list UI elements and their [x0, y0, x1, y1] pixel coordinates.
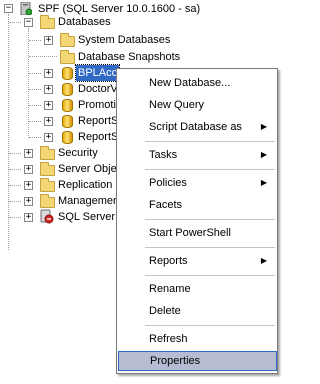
database-expand-toggle[interactable]: +: [44, 85, 53, 94]
database-node-label[interactable]: DoctorV: [78, 81, 118, 97]
server-icon: [20, 2, 32, 15]
menu-item-refresh[interactable]: Refresh: [117, 329, 277, 349]
server-objects-node-label[interactable]: Server Obje: [58, 161, 117, 177]
submenu-arrow-icon: ▶: [260, 178, 267, 187]
menu-item-new-database[interactable]: New Database...: [117, 73, 277, 93]
system-databases-node-label[interactable]: System Databases: [78, 32, 170, 48]
menu-separator: [145, 141, 275, 142]
selected-database-node-label[interactable]: BPLAcc: [74, 64, 121, 82]
management-expand-toggle[interactable]: +: [24, 197, 33, 206]
sql-agent-icon: [40, 209, 54, 224]
folder-icon: [40, 162, 55, 176]
folder-icon: [60, 33, 75, 47]
sql-server-agent-node-label[interactable]: SQL Server: [58, 209, 115, 225]
replication-expand-toggle[interactable]: +: [24, 181, 33, 190]
database-icon: [62, 83, 73, 96]
security-node-label[interactable]: Security: [58, 145, 98, 161]
database-icon: [62, 99, 73, 112]
database-expand-toggle[interactable]: +: [44, 133, 53, 142]
folder-icon: [60, 50, 75, 64]
folder-icon: [40, 194, 55, 208]
database-expand-toggle[interactable]: +: [44, 101, 53, 110]
server-collapse-toggle[interactable]: −: [4, 4, 13, 13]
database-expand-toggle[interactable]: +: [44, 117, 53, 126]
database-icon: [62, 131, 73, 144]
database-node-label[interactable]: ReportS: [78, 113, 118, 129]
databases-collapse-toggle[interactable]: −: [24, 18, 33, 27]
menu-item-tasks[interactable]: Tasks ▶: [117, 145, 277, 165]
database-icon: [62, 115, 73, 128]
menu-item-reports[interactable]: Reports ▶: [117, 251, 277, 271]
context-menu: New Database... New Query Script Databas…: [116, 68, 278, 374]
folder-icon: [40, 178, 55, 192]
menu-item-delete[interactable]: Delete: [117, 301, 277, 321]
menu-item-properties[interactable]: Properties: [118, 351, 277, 371]
menu-separator: [145, 169, 275, 170]
submenu-arrow-icon: ▶: [260, 122, 267, 131]
menu-separator: [145, 247, 275, 248]
database-icon: [62, 67, 73, 80]
database-expand-toggle[interactable]: +: [44, 69, 53, 78]
menu-separator: [145, 275, 275, 276]
management-node-label[interactable]: Managemer: [58, 193, 117, 209]
menu-item-facets[interactable]: Facets: [117, 195, 277, 215]
menu-separator: [145, 219, 275, 220]
menu-item-rename[interactable]: Rename: [117, 279, 277, 299]
folder-icon: [40, 146, 55, 160]
submenu-arrow-icon: ▶: [260, 150, 267, 159]
database-snapshots-node-label[interactable]: Database Snapshots: [78, 49, 180, 65]
database-node-label[interactable]: Promoti: [78, 97, 116, 113]
menu-item-policies[interactable]: Policies ▶: [117, 173, 277, 193]
server-objects-expand-toggle[interactable]: +: [24, 165, 33, 174]
folder-icon: [40, 15, 55, 29]
submenu-arrow-icon: ▶: [260, 256, 267, 265]
sql-server-agent-expand-toggle[interactable]: +: [24, 213, 33, 222]
menu-item-new-query[interactable]: New Query: [117, 95, 277, 115]
security-expand-toggle[interactable]: +: [24, 149, 33, 158]
menu-item-start-powershell[interactable]: Start PowerShell: [117, 223, 277, 243]
databases-node-label[interactable]: Databases: [58, 14, 111, 30]
system-databases-expand-toggle[interactable]: +: [44, 36, 53, 45]
menu-separator: [145, 325, 275, 326]
menu-item-script-database-as[interactable]: Script Database as ▶: [117, 117, 277, 137]
replication-node-label[interactable]: Replication: [58, 177, 112, 193]
database-node-label[interactable]: ReportS: [78, 129, 118, 145]
